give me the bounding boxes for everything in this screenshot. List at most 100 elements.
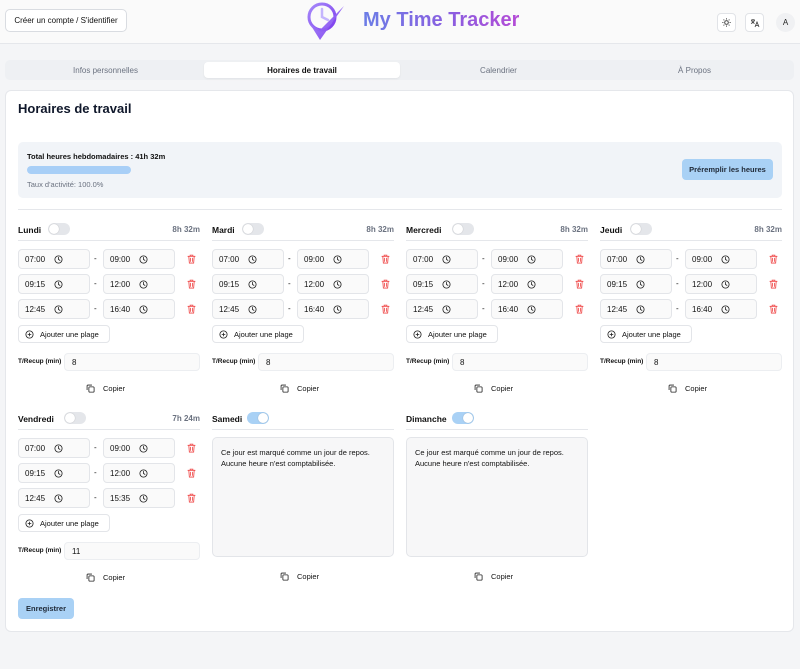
toggle-knob — [49, 224, 59, 234]
trash-icon[interactable] — [575, 304, 584, 314]
range-separator: - — [482, 279, 485, 288]
time-slot: 07:00-09:00 — [406, 249, 588, 269]
trash-icon[interactable] — [769, 304, 778, 314]
trash-icon[interactable] — [187, 468, 196, 478]
prefill-hours-button[interactable]: Préremplir les heures — [682, 159, 773, 180]
start-time-input[interactable]: 07:00 — [212, 249, 284, 269]
trash-icon[interactable] — [381, 279, 390, 289]
trash-icon[interactable] — [381, 254, 390, 264]
start-time-input[interactable]: 07:00 — [18, 438, 90, 458]
end-time-input[interactable]: 16:40 — [685, 299, 757, 319]
clock-icon — [527, 280, 536, 289]
start-time-input[interactable]: 07:00 — [406, 249, 478, 269]
start-time-input[interactable]: 09:15 — [18, 274, 90, 294]
end-time-input[interactable]: 12:00 — [685, 274, 757, 294]
recup-label: T/Recup (min) — [18, 358, 62, 365]
trash-icon[interactable] — [769, 254, 778, 264]
recup-row: T/Recup (min) 8 — [406, 353, 588, 371]
account-button[interactable]: Créer un compte / S'identifier — [5, 9, 127, 32]
trash-icon[interactable] — [575, 254, 584, 264]
tab-bar: Infos personnelles Horaires de travail C… — [5, 60, 794, 80]
day-rest-toggle[interactable] — [630, 223, 652, 235]
day-name: Jeudi — [600, 225, 623, 235]
page-title: Horaires de travail — [18, 101, 132, 116]
start-time-input[interactable]: 12:45 — [18, 488, 90, 508]
end-time-input[interactable]: 09:00 — [491, 249, 563, 269]
copy-button[interactable]: Copier — [86, 382, 146, 394]
trash-icon[interactable] — [575, 279, 584, 289]
copy-button[interactable]: Copier — [280, 570, 340, 582]
add-slot-button[interactable]: Ajouter une plage — [600, 325, 692, 343]
start-time-input[interactable]: 09:15 — [600, 274, 672, 294]
avatar[interactable]: A — [776, 13, 795, 32]
start-time-input[interactable]: 12:45 — [406, 299, 478, 319]
range-separator: - — [94, 254, 97, 263]
day-rest-toggle[interactable] — [247, 412, 270, 424]
start-time-input[interactable]: 09:15 — [212, 274, 284, 294]
toggle-knob — [631, 224, 641, 234]
end-time-input[interactable]: 09:00 — [685, 249, 757, 269]
trash-icon[interactable] — [187, 304, 196, 314]
day-rest-toggle[interactable] — [451, 223, 474, 235]
end-time-input[interactable]: 12:00 — [491, 274, 563, 294]
copy-button[interactable]: Copier — [280, 382, 340, 394]
trash-icon[interactable] — [769, 279, 778, 289]
end-time-input[interactable]: 15:35 — [103, 488, 175, 508]
add-slot-button[interactable]: Ajouter une plage — [18, 514, 110, 532]
start-time-input[interactable]: 12:45 — [212, 299, 284, 319]
end-time-input[interactable]: 12:00 — [103, 274, 175, 294]
end-time-input[interactable]: 09:00 — [297, 249, 369, 269]
trash-icon[interactable] — [187, 254, 196, 264]
copy-icon — [474, 572, 483, 581]
tab-a-propos[interactable]: À Propos — [597, 62, 792, 78]
day-rest-toggle[interactable] — [63, 412, 86, 424]
day-rest-toggle[interactable] — [48, 223, 70, 235]
day-header: Lundi 8h 32m — [18, 221, 200, 239]
start-time-input[interactable]: 12:45 — [18, 299, 90, 319]
theme-toggle-button[interactable] — [717, 13, 736, 32]
recup-input[interactable]: 11 — [64, 542, 200, 560]
end-time-input[interactable]: 16:40 — [297, 299, 369, 319]
start-time-input[interactable]: 07:00 — [600, 249, 672, 269]
end-time-input[interactable]: 12:00 — [297, 274, 369, 294]
tab-calendrier[interactable]: Calendrier — [400, 62, 597, 78]
add-slot-button[interactable]: Ajouter une plage — [406, 325, 498, 343]
copy-button[interactable]: Copier — [668, 382, 728, 394]
recup-input[interactable]: 8 — [646, 353, 782, 371]
range-separator: - — [288, 304, 291, 313]
trash-icon[interactable] — [187, 443, 196, 453]
recup-input[interactable]: 8 — [258, 353, 394, 371]
recup-label: T/Recup (min) — [406, 358, 450, 365]
add-slot-button[interactable]: Ajouter une plage — [212, 325, 304, 343]
end-time-input[interactable]: 16:40 — [103, 299, 175, 319]
start-time-input[interactable]: 12:45 — [600, 299, 672, 319]
language-button[interactable] — [745, 13, 764, 32]
start-time-input[interactable]: 09:15 — [406, 274, 478, 294]
day-rest-toggle[interactable] — [451, 412, 474, 424]
start-time-input[interactable]: 07:00 — [18, 249, 90, 269]
toggle-knob — [462, 413, 473, 423]
end-time-input[interactable]: 09:00 — [103, 249, 175, 269]
recup-input[interactable]: 8 — [452, 353, 588, 371]
recup-input[interactable]: 8 — [64, 353, 200, 371]
tab-infos-personnelles[interactable]: Infos personnelles — [7, 62, 204, 78]
trash-icon[interactable] — [381, 304, 390, 314]
copy-button[interactable]: Copier — [86, 571, 146, 583]
clock-icon — [54, 469, 63, 478]
tab-horaires-de-travail[interactable]: Horaires de travail — [204, 62, 400, 78]
start-time-input[interactable]: 09:15 — [18, 463, 90, 483]
trash-icon[interactable] — [187, 493, 196, 503]
day-name: Dimanche — [406, 414, 447, 424]
clock-icon — [54, 444, 63, 453]
copy-button[interactable]: Copier — [474, 382, 534, 394]
end-time-input[interactable]: 09:00 — [103, 438, 175, 458]
end-time-input[interactable]: 16:40 — [491, 299, 563, 319]
day-rest-toggle[interactable] — [242, 223, 264, 235]
copy-button[interactable]: Copier — [474, 570, 534, 582]
range-separator: - — [482, 304, 485, 313]
add-slot-button[interactable]: Ajouter une plage — [18, 325, 110, 343]
clock-icon — [248, 280, 257, 289]
trash-icon[interactable] — [187, 279, 196, 289]
save-button[interactable]: Enregistrer — [18, 598, 74, 619]
end-time-input[interactable]: 12:00 — [103, 463, 175, 483]
